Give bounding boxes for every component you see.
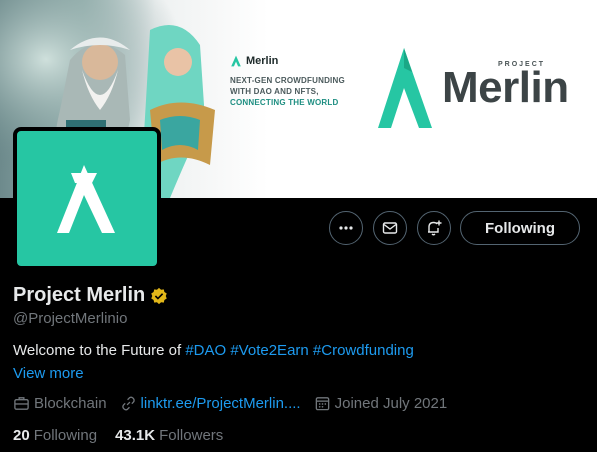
banner-logo-name: Merlin [442,63,569,112]
briefcase-icon [14,397,29,410]
following-label: Following [33,427,98,444]
more-button[interactable] [329,211,363,245]
banner-tagline-line3: CONNECTING THE WORLD [230,98,339,107]
category-label: Blockchain [34,395,107,412]
message-button[interactable] [373,211,407,245]
merlin-logo-icon [231,55,241,67]
website-item[interactable]: linktr.ee/ProjectMerlin.... [120,395,301,412]
more-horizontal-icon [339,226,353,230]
banner-small-logo: Merlin [230,55,278,67]
profile-handle: @ProjectMerlinio [13,310,128,327]
followers-count: 43.1K [115,427,156,444]
category-item: Blockchain [13,395,107,412]
banner-tagline: NEXT-GEN CROWDFUNDING WITH DAO AND NFTS,… [230,75,370,108]
hashtag-link[interactable]: #DAO [185,342,226,359]
verified-badge-icon[interactable] [150,287,168,305]
profile-meta-row: Blockchain linktr.ee/ProjectMerlin.... J… [13,395,460,412]
following-count: 20 [13,427,30,444]
hashtag-link[interactable]: #Vote2Earn [230,342,308,359]
banner-tagline-line2: WITH DAO AND NFTS, [230,87,319,96]
profile-bio: Welcome to the Future of #DAO #Vote2Earn… [13,342,414,359]
joined-item: Joined July 2021 [314,395,448,412]
joined-date: Joined July 2021 [334,395,448,412]
profile-name-row: Project Merlin [13,284,168,307]
bell-plus-icon [428,220,442,236]
notifications-button[interactable] [417,211,451,245]
followers-stat[interactable]: 43.1K Followers [115,427,223,444]
following-stat[interactable]: 20 Following [13,427,97,444]
banner-tagline-line1: NEXT-GEN CROWDFUNDING [230,76,345,85]
website-link[interactable]: linktr.ee/ProjectMerlin.... [141,395,301,412]
followers-label: Followers [159,427,224,444]
following-button[interactable]: Following [460,211,580,245]
banner-logo-project: PROJECT [498,61,546,68]
merlin-logo-icon [378,48,432,128]
follow-stats: 20 Following 43.1K Followers [13,427,241,444]
banner-main-logo: PROJECT Merlin [378,48,569,128]
avatar[interactable] [13,127,161,270]
merlin-logo-icon [57,164,115,233]
banner-small-logo-text: Merlin [246,55,279,67]
display-name: Project Merlin [13,284,146,306]
bio-text: Welcome to the Future of [13,342,182,359]
hashtag-link[interactable]: #Crowdfunding [313,342,414,359]
link-icon [121,396,135,411]
calendar-icon [315,397,329,411]
envelope-icon [382,222,398,234]
view-more-link[interactable]: View more [13,365,84,382]
